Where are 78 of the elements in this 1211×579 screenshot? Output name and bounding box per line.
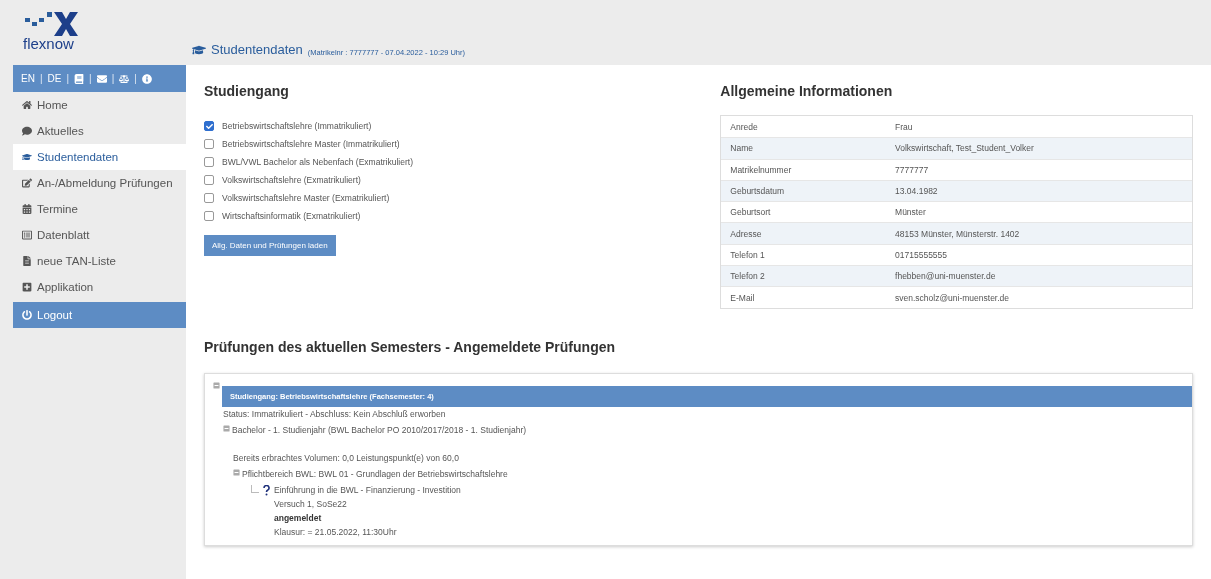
document-icon <box>22 256 32 266</box>
checkbox-label[interactable]: Volkswirtschaftslehre Master (Exmatrikuliert) <box>222 193 390 203</box>
exam-status: angemeldet <box>274 512 323 523</box>
table-cell-text: 7777777 <box>894 164 930 175</box>
table-cell-text: Geburtsdatum <box>729 186 786 197</box>
sidebar-item[interactable]: Applikation <box>13 274 186 300</box>
page-title: Studentendaten <box>211 42 303 57</box>
collapse-icon[interactable] <box>213 381 220 389</box>
sidebar-item[interactable]: neue TAN-Liste <box>13 248 186 274</box>
graduation-cap-icon <box>192 43 206 57</box>
logo-icon <box>23 10 79 36</box>
table-cell-text: Adresse <box>729 228 763 239</box>
checkbox-label[interactable]: Betriebswirtschaftslehre Master (Immatrikuliert) <box>222 139 400 149</box>
section-title: Allgemeine Informationen <box>720 83 894 99</box>
table-cell-text: Volkswirtschaft, Test_Student_Volker <box>894 143 1035 154</box>
separator: | <box>111 73 115 84</box>
collapse-icon[interactable] <box>223 424 230 432</box>
table-cell-text: sven.scholz@uni-muenster.de <box>894 292 1011 303</box>
separator: | <box>66 73 70 84</box>
table-cell-text: Name <box>729 143 754 154</box>
info-icon[interactable] <box>141 73 152 84</box>
separator: | <box>39 73 43 84</box>
logout-button[interactable]: Logout <box>13 302 186 328</box>
sidebar-item[interactable]: An-/Abmeldung Prüfungen <box>13 170 186 196</box>
table-cell-text: Telefon 2 <box>729 271 766 282</box>
book-icon[interactable] <box>74 73 85 84</box>
language-link[interactable]: DE <box>47 73 62 84</box>
table-cell-text: fhebben@uni-muenster.de <box>894 271 997 282</box>
checkbox-label[interactable]: Wirtschaftsinformatik (Exmatrikuliert) <box>222 211 361 221</box>
checkbox-label[interactable]: Betriebswirtschaftslehre (Immatrikuliert) <box>222 121 372 131</box>
table-cell-text: E-Mail <box>729 292 756 303</box>
logo-text: flexnow <box>23 36 74 51</box>
home-icon <box>22 100 32 110</box>
exam-date: Klausur: = 21.05.2022, 11:30Uhr <box>274 526 398 537</box>
table-cell-text: 48153 Münster, Münsterstr. 1402 <box>894 228 1021 239</box>
language-link[interactable]: EN <box>21 73 35 84</box>
checkbox-label[interactable]: BWL/VWL Bachelor als Nebenfach (Exmatrikuliert) <box>222 157 413 167</box>
table-cell-text: Geburtsort <box>729 207 772 218</box>
checkbox-label[interactable]: Volkswirtschaftslehre (Exmatrikuliert) <box>222 175 361 185</box>
question-icon <box>263 484 270 496</box>
volume-text: Bereits erbrachtes Volumen: 0,0 Leistungspunkt(e) von 60,0 <box>233 451 460 465</box>
exam-title: Einführung in die BWL - Finanzierung - Investition <box>274 484 461 495</box>
list-icon <box>22 230 32 240</box>
checkbox[interactable] <box>204 139 214 149</box>
checkbox[interactable] <box>204 175 214 185</box>
edit-icon <box>22 178 32 188</box>
sidebar-item[interactable]: Datenblatt <box>13 222 186 248</box>
sidebar-item[interactable]: Termine <box>13 196 186 222</box>
tree-label: Bachelor - 1. Studienjahr (BWL Bachelor PO 2010/2017/2018 - 1. Studienjahr) <box>232 424 527 435</box>
sidebar-item[interactable]: Studentendaten <box>13 144 186 170</box>
table-cell-text: 13.04.1982 <box>894 186 939 197</box>
collapse-icon[interactable] <box>233 468 240 476</box>
separator: | <box>89 73 92 84</box>
tree-label: Pflichtbereich BWL: BWL 01 - Grundlagen der Betriebswirtschaftslehre <box>242 468 508 479</box>
power-icon <box>22 310 32 320</box>
speech-bubble-icon <box>22 126 32 136</box>
graduation-cap-icon <box>22 152 32 162</box>
sidebar-item[interactable]: Aktuelles <box>13 118 186 144</box>
checkbox[interactable] <box>204 211 214 221</box>
checkbox[interactable] <box>204 157 214 167</box>
scales-icon[interactable] <box>119 73 130 84</box>
table-cell-text: Anrede <box>729 121 759 132</box>
exam-attempt: Versuch 1, SoSe22 <box>274 498 348 509</box>
checkbox[interactable] <box>204 121 214 131</box>
status-text: Status: Immatrikuliert - Abschluss: Kein Abschluß erworben <box>223 407 447 421</box>
table-cell-text: Telefon 1 <box>729 249 766 260</box>
checkbox[interactable] <box>204 193 214 203</box>
calendar-icon <box>22 204 32 214</box>
table-cell-text: 01715555555 <box>894 249 949 260</box>
table-cell-text: Münster <box>894 207 927 218</box>
table-cell-text: Matrikelnummer <box>729 164 793 175</box>
separator: | <box>134 73 137 84</box>
section-title: Studiengang <box>204 83 290 99</box>
mail-icon[interactable] <box>96 73 107 84</box>
table-cell-text: Frau <box>894 121 914 132</box>
sidebar-item[interactable]: Home <box>13 92 186 118</box>
section-title: Prüfungen des aktuellen Semesters - Angemeldete Prüfungen <box>204 338 617 355</box>
load-button[interactable]: Allg. Daten und Prüfungen laden <box>204 235 336 256</box>
